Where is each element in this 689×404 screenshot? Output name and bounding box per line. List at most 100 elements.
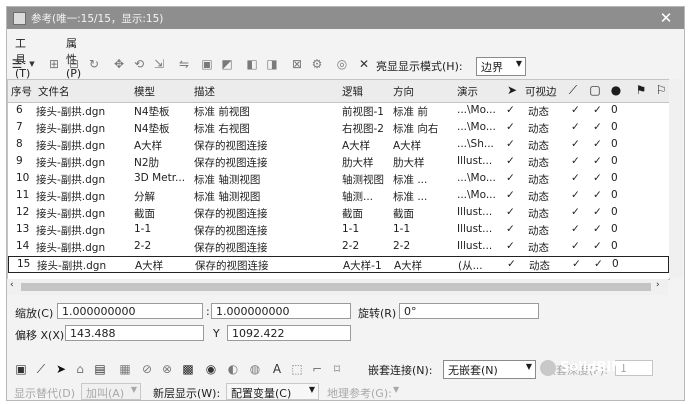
table-cell-file: 接头-副拱.dgn	[36, 208, 106, 220]
mirror-icon[interactable]: ⇋	[177, 57, 191, 71]
table-cell-dir: 标准 ...	[393, 191, 428, 203]
highlight-mode-select[interactable]: 边界 ▼	[476, 57, 526, 76]
line-icon[interactable]: ⟋	[565, 82, 581, 98]
table-cell-c2: ✓	[593, 138, 602, 150]
table-cell-file: 接头-副拱.dgn	[36, 123, 106, 135]
table-cell-logic: 截面	[342, 208, 363, 220]
table-cell-pres: Illust...	[457, 155, 493, 167]
table-cell-n: 11	[16, 189, 30, 201]
rotation-field[interactable]: 0°	[399, 303, 539, 319]
table-cell-c2: ✓	[571, 172, 580, 184]
scrollbar-thumb[interactable]	[21, 283, 651, 291]
text-icon[interactable]: A	[270, 362, 284, 376]
frame-icon[interactable]: ▢	[587, 82, 603, 98]
chevron-down-icon[interactable]: ▼	[393, 385, 399, 394]
move-icon[interactable]: ✥	[112, 57, 126, 71]
list-tree-icon[interactable]: ☰	[10, 57, 24, 71]
scale-field-1[interactable]: 1.000000000	[57, 303, 203, 319]
table-row[interactable]: 10 接头-副拱.dgn 3D Metr... 标准 轴测视图 轴测视图 标准 .....…	[8, 171, 669, 188]
display-icon[interactable]: ▣	[14, 362, 28, 376]
main-toolbar: ☰ ▼ ⊞ ⊟ ↻ ✥ ⟲ ⇲ ⇋ ▣ ◩ ◧ ◨ ⊠ ⚙ ◎ ✕ 亮显显示模式…	[7, 54, 684, 76]
column-header-orientation[interactable]: 方向	[393, 84, 414, 99]
override-select[interactable]: 加叫(A) ▼	[81, 383, 141, 400]
column-header-filename[interactable]: 文件名	[38, 84, 70, 99]
table-row[interactable]: 15 接头-副拱.dgn A大样 保存的视图连接 A大样-1 A大样 (从... ✓ 动态 ✓ ✓ 0	[8, 256, 669, 273]
table-cell-dir: 标准 前	[393, 106, 428, 118]
list-dropdown-arrow-icon[interactable]: ▼	[25, 57, 39, 71]
table-row[interactable]: 14 接头-副拱.dgn 2-2 保存的视图连接 2-2 2-2 Illust... ✓ 动态 ✓…	[8, 239, 669, 256]
settings-icon[interactable]: ⚙	[310, 57, 324, 71]
table-row[interactable]: 7 接头-副拱.dgn N4垫板 标准 右视图 右视图-2 标准 向右 ...\Mo... ✓…	[8, 120, 669, 137]
scale-icon[interactable]: ⇲	[152, 57, 166, 71]
table-cell-c1: ✓	[507, 258, 516, 270]
flag-icon[interactable]: ⚐	[653, 82, 669, 98]
level-icon[interactable]: ◐	[226, 362, 240, 376]
nesting-select[interactable]: 无嵌套(N) ▼	[443, 360, 536, 379]
attach-icon[interactable]: ⊞	[47, 57, 61, 71]
table-row[interactable]: 13 接头-副拱.dgn 1-1 保存的视图连接 1-1 1-1 Illust... ✓ 动态 ✓…	[8, 222, 669, 239]
table-icon[interactable]: ▩	[181, 362, 195, 376]
treat-as-element-icon[interactable]: ⊘	[140, 362, 154, 376]
rotate-icon[interactable]: ⟲	[132, 57, 146, 71]
snap-icon[interactable]: ⌂	[73, 362, 87, 376]
table-row[interactable]: 12 接头-副拱.dgn 截面 保存的视图连接 截面 截面 Illust... ✓ 动态 ✓ ✓ 0	[8, 205, 669, 222]
chevron-right-icon[interactable]: ›	[656, 280, 660, 290]
new-level-select[interactable]: 配置变量(C) ▼	[226, 383, 319, 400]
geo-reference-label: 地理参考(G):	[327, 387, 392, 400]
clip-front-icon[interactable]: ◧	[245, 57, 259, 71]
exchange-icon[interactable]: ◎	[335, 57, 349, 71]
column-header-presentation[interactable]: 演示	[457, 84, 478, 99]
scale-field-2[interactable]: 1.000000000	[211, 303, 351, 319]
table-cell-c2: ✓	[593, 189, 602, 201]
horizontal-scrollbar[interactable]: ‹ ›	[7, 279, 668, 295]
table-cell-c2: ✓	[593, 104, 602, 116]
cursor-icon[interactable]: ➤	[504, 82, 520, 98]
offset-x-label: 偏移 X(X)	[15, 329, 65, 342]
clip-volume-icon[interactable]: ⌐	[310, 362, 324, 376]
close-button[interactable]: ✕	[655, 8, 677, 28]
offset-y-field[interactable]: 1092.422	[227, 325, 351, 341]
table-cell-c1: ✓	[506, 206, 515, 218]
unload-icon[interactable]: ✕	[357, 57, 371, 71]
table-cell-vis: 动态	[528, 208, 549, 220]
color-icon[interactable]: ◍	[248, 362, 262, 376]
offset-x-field[interactable]: 143.488	[65, 325, 204, 341]
ignore-icon[interactable]: ▦	[118, 362, 132, 376]
column-header-index[interactable]: 序号	[11, 84, 32, 99]
table-row[interactable]: 9 接头-副拱.dgn N2肋 保存的视图连接 肋大样 肋大样 Illust... ✓ 动态 ✓ ✓…	[8, 154, 669, 171]
sync-icon[interactable]: ⌑	[330, 362, 344, 376]
clip-delete-icon[interactable]: ⊠	[290, 57, 304, 71]
flag-icon[interactable]: ⚑	[633, 82, 649, 98]
table-cell-logic: 前视图-1	[342, 106, 384, 118]
view-icon[interactable]: ◉	[204, 362, 218, 376]
table-cell-c3: 0	[611, 240, 618, 252]
column-header-visible-edges[interactable]: 可视边	[525, 84, 557, 99]
table-cell-desc: 标准 前视图	[194, 106, 250, 118]
clip-back-icon[interactable]: ◨	[265, 57, 279, 71]
table-row[interactable]: 6 接头-副拱.dgn N4垫板 标准 前视图 前视图-1 标准 前 ...\Mo... ✓ 动…	[8, 103, 669, 120]
table-cell-model: N4垫板	[134, 106, 170, 118]
table-cell-pres: ...\Mo...	[457, 172, 496, 184]
table-row[interactable]: 11 接头-副拱.dgn 分解 标准 轴测视图 轴测... 标准 ... ...\Mo...…	[8, 188, 669, 205]
locate-icon[interactable]: ▤	[93, 362, 107, 376]
select-cursor-icon[interactable]: ➤	[54, 362, 68, 376]
scale-separator: :	[206, 305, 210, 318]
reload-icon[interactable]: ↻	[87, 57, 101, 71]
clip-boundary-icon[interactable]: ▣	[200, 57, 214, 71]
table-cell-c3: 0	[611, 138, 618, 150]
vertical-scrollbar[interactable]	[669, 79, 683, 278]
detach-icon[interactable]: ⊟	[67, 57, 81, 71]
table-cell-dir: 标准 ...	[393, 174, 428, 186]
chevron-left-icon[interactable]: ‹	[10, 280, 14, 290]
tint-icon[interactable]: ⬚	[290, 362, 304, 376]
line-icon[interactable]: ⟋	[34, 362, 48, 376]
scale-line-icon[interactable]: ⊗	[160, 362, 174, 376]
globe-icon[interactable]: ●	[608, 82, 624, 98]
column-header-description[interactable]: 描述	[194, 84, 215, 99]
table-cell-c1: ✓	[506, 172, 515, 184]
table-row[interactable]: 8 接头-副拱.dgn A大样 保存的视图连接 A大样 A大样 ...\Sh... ✓ 动态 ✓ ✓…	[8, 137, 669, 154]
column-header-logical[interactable]: 逻辑	[342, 84, 363, 99]
column-header-model[interactable]: 模型	[134, 84, 155, 99]
table-cell-c2: ✓	[571, 189, 580, 201]
clip-mask-icon[interactable]: ◩	[220, 57, 234, 71]
